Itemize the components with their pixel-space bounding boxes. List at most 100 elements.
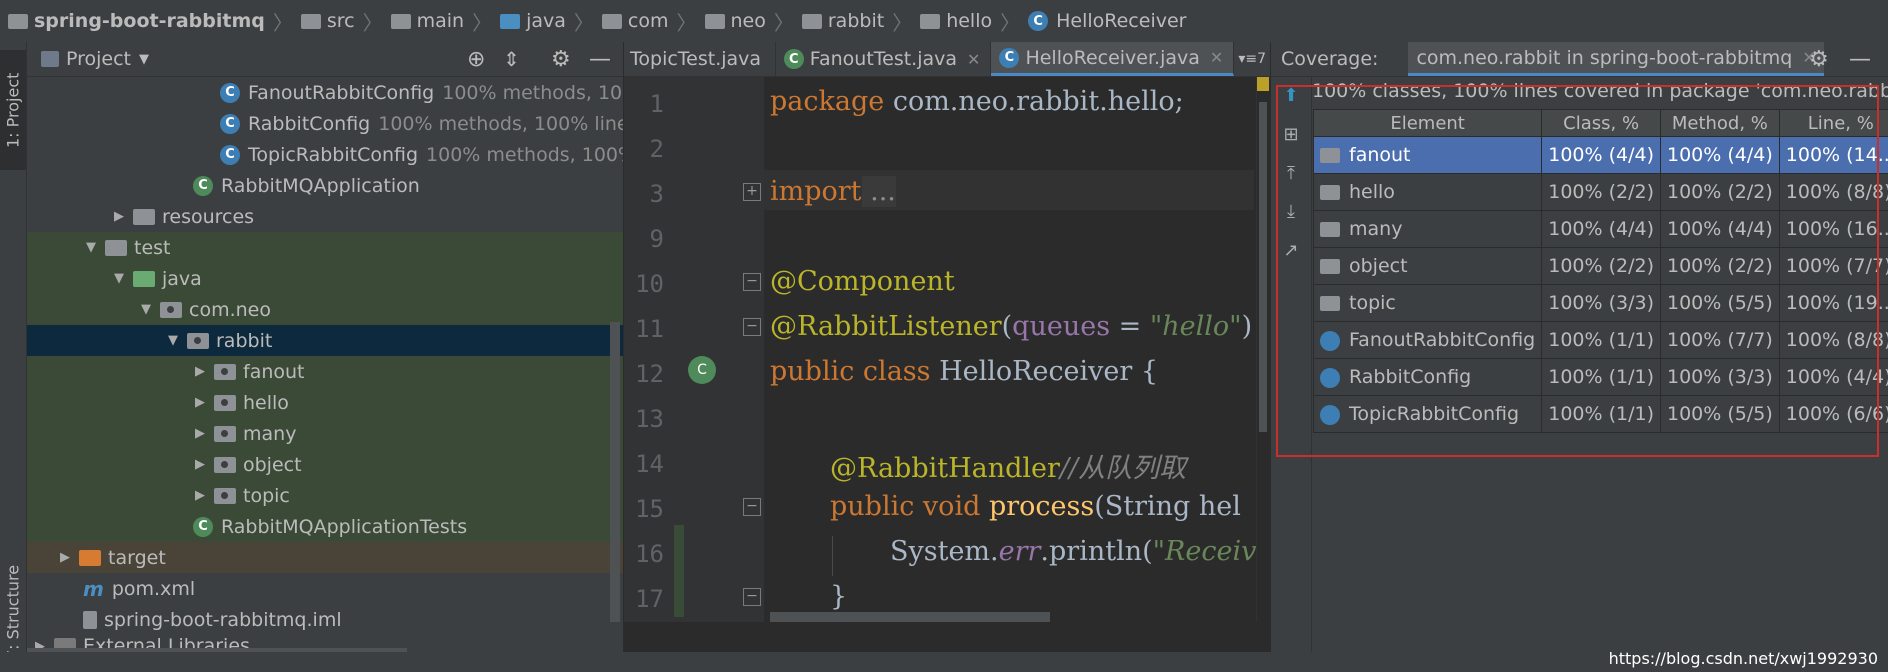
tree-item[interactable]: ▼ java — [27, 263, 623, 294]
breadcrumb-item[interactable]: rabbit 〉 — [794, 7, 912, 36]
tree-item-label: hello — [243, 391, 289, 414]
tree-item[interactable]: ▶ many — [27, 418, 623, 449]
tab-overflow[interactable]: ▾≡ 7 — [1234, 42, 1270, 76]
breadcrumb-label: rabbit — [827, 10, 885, 32]
tree-item[interactable]: C RabbitConfig 100% methods, 100% lines co… — [27, 108, 623, 139]
test-folder-icon — [133, 270, 155, 287]
minimize-icon[interactable]: — — [589, 47, 611, 72]
tree-item[interactable]: ▶ resources — [27, 201, 623, 232]
separator-icon: 〉 — [573, 10, 594, 35]
project-tool-tab[interactable]: 1: Project — [0, 50, 26, 170]
breadcrumb-label: neo — [730, 10, 766, 32]
tree-item-label: object — [243, 453, 302, 476]
separator-icon: 〉 — [892, 10, 913, 35]
code-token: err — [998, 536, 1041, 567]
chevron-right-icon[interactable]: ▶ — [192, 364, 208, 379]
close-icon[interactable]: ✕ — [967, 50, 980, 69]
tree-item[interactable]: m pom.xml — [27, 573, 623, 604]
tree-item[interactable]: C FanoutRabbitConfig 100% methods, 100% li… — [27, 77, 623, 108]
tree-item-label: java — [162, 267, 202, 290]
collapse-fold-icon[interactable]: − — [743, 498, 761, 516]
tab-fanouttest[interactable]: C FanoutTest.java ✕ — [776, 42, 992, 76]
chevron-right-icon[interactable]: ▶ — [192, 457, 208, 472]
chevron-down-icon[interactable]: ▼ — [83, 240, 99, 255]
chevron-right-icon[interactable]: ▶ — [192, 488, 208, 503]
tab-helloreceiver[interactable]: C HelloReceiver.java ✕ — [991, 42, 1235, 76]
project-view-title[interactable]: Project — [66, 48, 131, 70]
tree-item[interactable]: C RabbitMQApplication — [27, 170, 623, 201]
separator-icon: 〉 — [1000, 10, 1021, 35]
minimize-icon[interactable]: — — [1849, 47, 1871, 72]
tree-item[interactable]: C RabbitMQApplicationTests — [27, 511, 623, 542]
changed-lines-marker — [674, 525, 684, 617]
project-scrollbar[interactable] — [610, 322, 620, 622]
code-token: process — [980, 491, 1095, 522]
collapse-fold-icon[interactable]: − — [743, 318, 761, 336]
package-icon — [214, 487, 236, 504]
separator-icon: 〉 — [773, 10, 794, 35]
breadcrumb-item[interactable]: spring-boot-rabbitmq 〉 — [0, 7, 293, 36]
breadcrumb-item[interactable]: hello 〉 — [912, 7, 1020, 36]
code-token: package — [770, 86, 885, 117]
tree-item[interactable]: ▶ hello — [27, 387, 623, 418]
breadcrumb-item[interactable]: java 〉 — [492, 7, 594, 36]
tree-item[interactable]: ▶ object — [27, 449, 623, 480]
line-number: 17 — [635, 585, 664, 613]
tree-item[interactable]: ▶ fanout — [27, 356, 623, 387]
spring-class-icon: C — [193, 175, 213, 196]
warning-marker[interactable] — [1257, 77, 1269, 91]
line-number: 3 — [649, 180, 664, 208]
close-icon[interactable]: ✕ — [1210, 48, 1223, 67]
tab-topictest[interactable]: TopicTest.java — [624, 42, 776, 76]
spring-bean-gutter-icon[interactable]: C — [688, 356, 716, 384]
chevron-down-icon[interactable]: ▼ — [111, 271, 127, 286]
locate-icon[interactable]: ⊕ — [467, 47, 485, 72]
chevron-right-icon[interactable]: ▶ — [192, 395, 208, 410]
breadcrumb-item[interactable]: src 〉 — [293, 7, 383, 36]
expand-fold-icon[interactable]: + — [743, 183, 761, 201]
highlight-box — [1276, 85, 1879, 457]
chevron-down-icon[interactable]: ▼ — [165, 333, 181, 348]
tree-item-label: FanoutRabbitConfig — [248, 81, 435, 104]
tree-item-label: RabbitMQApplication — [221, 174, 420, 197]
line-number: 1 — [649, 90, 664, 118]
spring-class-icon: C — [783, 49, 804, 69]
structure-tool-tab-label: 7: Structure — [3, 564, 23, 660]
separator-icon: 〉 — [676, 10, 697, 35]
tree-item[interactable]: spring-boot-rabbitmq.iml — [27, 604, 623, 635]
breadcrumb-item[interactable]: neo 〉 — [697, 7, 794, 36]
breadcrumb-label: main — [416, 10, 465, 32]
editor-scrollbar[interactable] — [1256, 77, 1271, 622]
chevron-down-icon[interactable]: ▼ — [138, 302, 154, 317]
tree-item[interactable]: ▼ test — [27, 232, 623, 263]
collapse-all-icon[interactable]: ⇕ — [503, 47, 520, 71]
class-icon: C — [999, 47, 1020, 68]
chevron-right-icon[interactable]: ▶ — [111, 209, 127, 224]
gear-icon[interactable]: ⚙ — [1809, 47, 1829, 72]
line-number: 2 — [649, 135, 664, 163]
coverage-tab-label: com.neo.rabbit in spring-boot-rabbitmq — [1416, 46, 1793, 69]
breadcrumb-label: src — [326, 10, 355, 32]
editor-scroll-thumb[interactable] — [1259, 102, 1267, 432]
collapse-fold-icon[interactable]: − — [743, 588, 761, 606]
editor-horizontal-scrollbar[interactable] — [770, 612, 1050, 622]
tree-item[interactable]: ▶ topic — [27, 480, 623, 511]
tree-item[interactable]: ▼ com.neo — [27, 294, 623, 325]
folded-imports[interactable]: ... — [861, 176, 896, 207]
code-token: @Component — [770, 266, 955, 297]
chevron-right-icon[interactable]: ▶ — [57, 550, 73, 565]
chevron-down-icon[interactable]: ▼ — [139, 52, 149, 67]
breadcrumb-item[interactable]: main 〉 — [383, 7, 492, 36]
breadcrumb-item[interactable]: C HelloReceiver — [1020, 10, 1186, 32]
tab-coverage-suite[interactable]: com.neo.rabbit in spring-boot-rabbitmq ✕ — [1408, 42, 1824, 76]
code-token: (String hel — [1094, 491, 1241, 522]
collapse-fold-icon[interactable]: − — [743, 273, 761, 291]
gear-icon[interactable]: ⚙ — [551, 47, 571, 72]
tree-item-selected[interactable]: ▼ rabbit — [27, 325, 623, 356]
chevron-right-icon[interactable]: ▶ — [192, 426, 208, 441]
tree-item[interactable]: C TopicRabbitConfig 100% methods, 100% lin… — [27, 139, 623, 170]
breadcrumb-label: java — [526, 10, 566, 32]
tree-item[interactable]: ▶ target — [27, 542, 623, 573]
code-token: com.neo.rabbit.hello; — [884, 86, 1184, 117]
breadcrumb-item[interactable]: com 〉 — [594, 7, 697, 36]
